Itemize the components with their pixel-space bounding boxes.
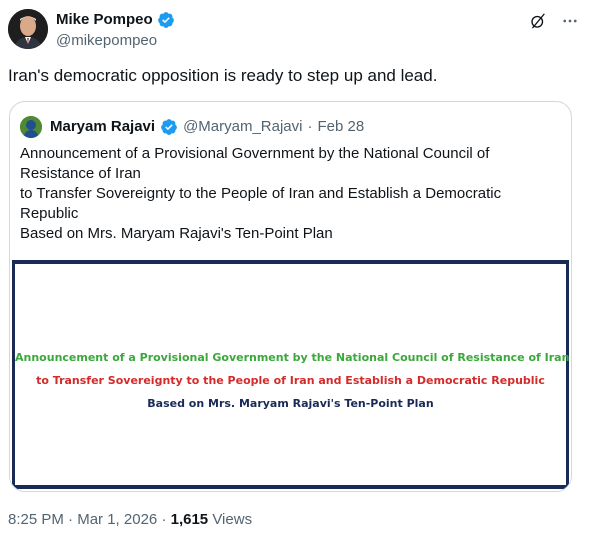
author-name-row[interactable]: Mike Pompeo [56,11,175,29]
tweet-meta: 8:25 PM · Mar 1, 2026 · 1,615 Views [8,510,252,530]
quoted-text-line: Announcement of a Provisional Government… [20,145,490,182]
author-avatar-image [8,9,48,49]
image-line-announcement: Announcement of a Provisional Government… [15,351,570,364]
quoted-tweet-text: Announcement of a Provisional Government… [20,144,550,244]
author-avatar[interactable] [8,9,48,49]
separator-dot: · [307,118,313,135]
quoted-author-handle[interactable]: @Maryam_Rajavi [183,118,302,136]
announcement-image-frame: Announcement of a Provisional Government… [12,260,569,489]
separator-dot: · [68,511,74,528]
verified-badge-icon [161,119,177,135]
quoted-tweet-date[interactable]: Feb 28 [317,118,364,136]
views-label: Views [212,511,253,528]
grok-slash-icon[interactable] [529,12,547,30]
author-handle[interactable]: @mikepompeo [56,32,157,50]
tweet: Mike Pompeo @mikepompeo Iran's democrati… [0,0,597,544]
tweet-text: Iran's democratic opposition is ready to… [8,66,438,85]
image-line-plan: Based on Mrs. Maryam Rajavi's Ten-Point … [147,397,434,410]
quoted-text-line: to Transfer Sovereignty to the People of… [20,185,502,222]
author-name[interactable]: Mike Pompeo [56,11,153,29]
quoted-tweet-image[interactable]: Announcement of a Provisional Government… [10,258,571,491]
separator-dot: · [161,511,167,528]
verified-badge-icon [157,12,174,28]
image-line-transfer: to Transfer Sovereignty to the People of… [36,374,545,387]
quoted-author-name[interactable]: Maryam Rajavi [50,118,155,136]
quoted-tweet-header: Maryam Rajavi @Maryam_Rajavi · Feb 28 [20,116,364,138]
tweet-time[interactable]: 8:25 PM [8,511,64,528]
quoted-author-avatar-image [20,116,42,138]
quoted-author-avatar[interactable] [20,116,42,138]
views-count[interactable]: 1,615 [171,511,209,528]
tweet-date[interactable]: Mar 1, 2026 [77,511,157,528]
quoted-text-line: Based on Mrs. Maryam Rajavi's Ten-Point … [20,225,333,242]
tweet-actions-top [529,12,579,30]
quoted-tweet[interactable]: Maryam Rajavi @Maryam_Rajavi · Feb 28 An… [9,101,572,492]
more-dots-icon[interactable] [561,12,579,30]
